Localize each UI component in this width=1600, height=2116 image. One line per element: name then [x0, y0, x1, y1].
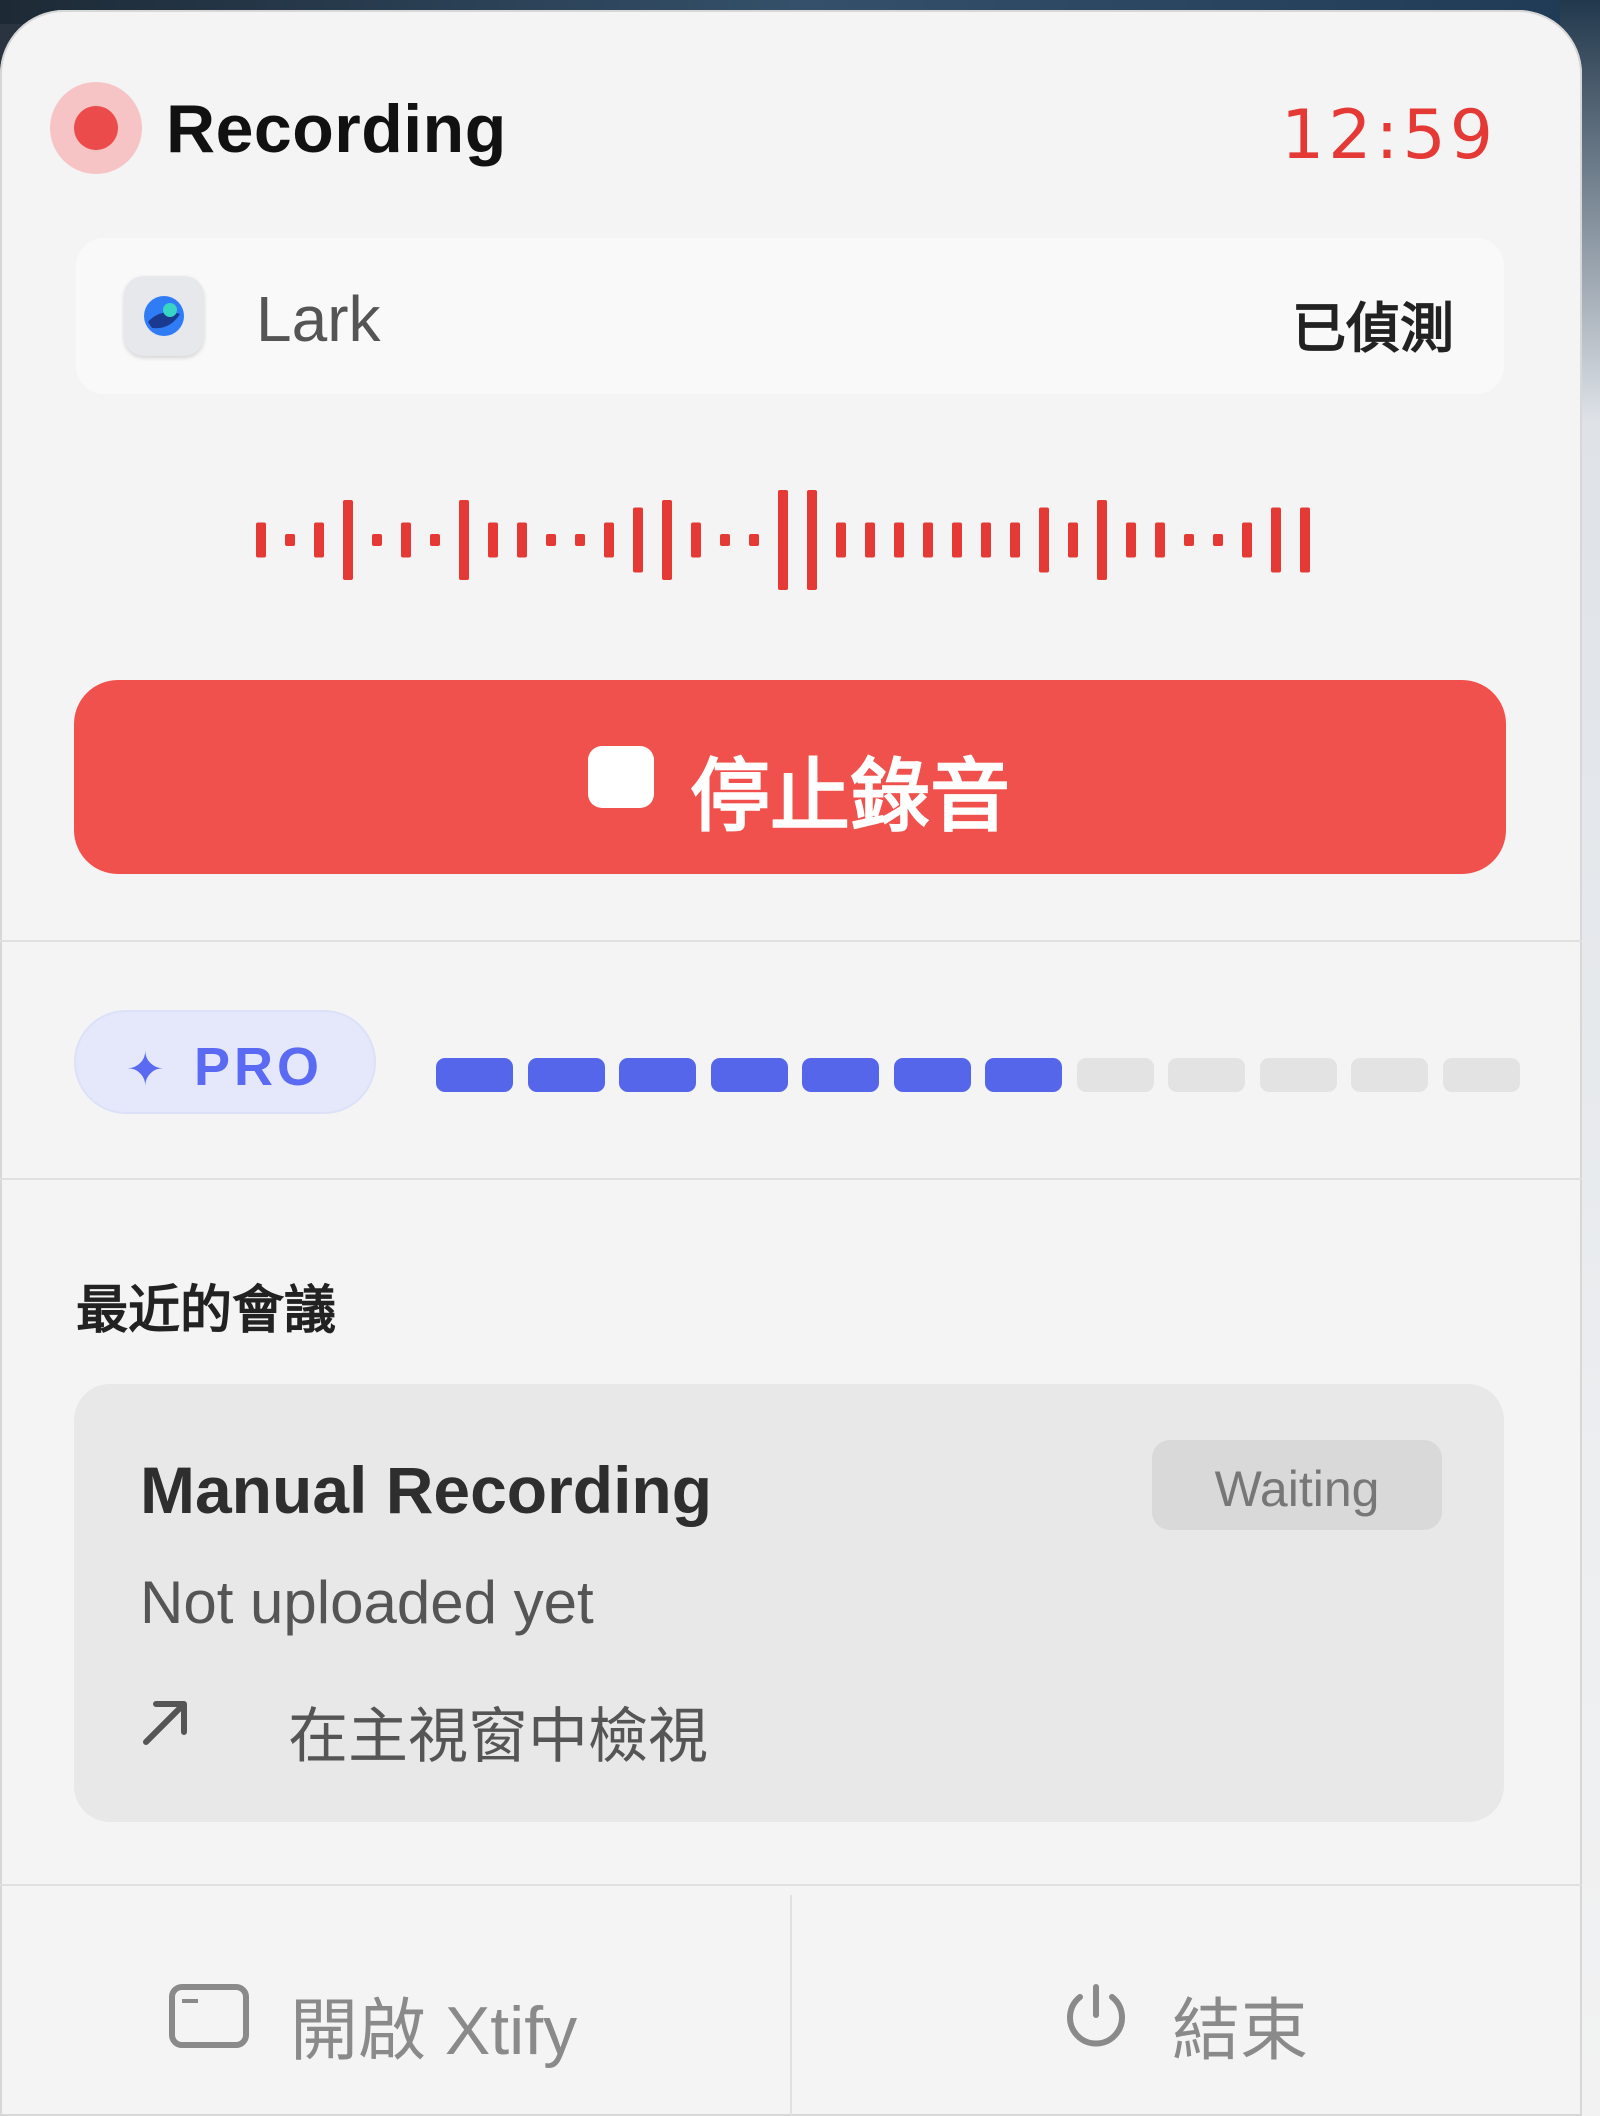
pro-badge[interactable]: ✦ PRO	[74, 1010, 376, 1114]
quota-segment-empty	[1168, 1058, 1245, 1092]
waveform-bar	[575, 534, 585, 546]
stop-recording-label: 停止錄音	[690, 752, 1010, 841]
waveform-bar	[1068, 522, 1078, 558]
meeting-status-label: Waiting	[1214, 1461, 1380, 1517]
waveform-bar	[430, 534, 440, 546]
quota-segment-used	[710, 1058, 788, 1092]
quota-segment-empty	[1076, 1058, 1154, 1092]
waveform-bar	[1010, 522, 1020, 558]
waveform-bar	[952, 522, 962, 558]
waveform-bar	[749, 534, 759, 546]
waveform-bar	[604, 522, 614, 558]
waveform-bar	[401, 522, 411, 558]
waveform-bar	[1242, 522, 1252, 558]
quit-label: 結束	[1172, 1993, 1309, 2069]
waveform-bar	[662, 500, 672, 580]
quota-segment-used	[619, 1058, 696, 1092]
detected-status-label: 已偵測	[1292, 299, 1454, 359]
waveform-bar	[923, 522, 933, 558]
footer: 開啟 Xtify 結束	[0, 1895, 1582, 2116]
detected-app-name: Lark	[256, 283, 381, 355]
window-icon	[169, 1984, 249, 2048]
audio-waveform	[256, 490, 1310, 590]
waveform-bar	[778, 490, 788, 590]
meeting-title: Manual Recording	[140, 1453, 713, 1527]
arrow-up-right-icon	[143, 1701, 187, 1745]
waveform-bar	[1271, 507, 1281, 573]
waveform-bar	[1097, 500, 1107, 580]
waveform-bar	[1039, 507, 1049, 573]
recording-popover: Recording 12:59 Lark 已偵測 停止錄音 ✦ PRO 最近的會…	[0, 10, 1582, 2116]
open-app-button[interactable]: 開啟 Xtify	[0, 1895, 790, 2116]
recording-indicator-icon	[50, 82, 142, 174]
waveform-bar	[691, 522, 701, 558]
quota-segment-empty	[1259, 1058, 1337, 1092]
waveform-bar	[488, 522, 498, 558]
quota-segment-used	[893, 1058, 971, 1092]
waveform-bar	[1155, 522, 1165, 558]
divider	[0, 1178, 1582, 1180]
waveform-bar	[1126, 522, 1136, 558]
view-in-main-window-label: 在主視窗中檢視	[288, 1703, 708, 1770]
waveform-bar	[894, 522, 904, 558]
divider	[0, 940, 1582, 942]
meeting-card[interactable]: Manual Recording Waiting Not uploaded ye…	[74, 1384, 1504, 1822]
usage-quota-bar	[436, 1058, 1520, 1092]
open-app-label: 開啟 Xtify	[290, 1993, 578, 2069]
header: Recording 12:59	[0, 10, 1582, 220]
meeting-upload-status: Not uploaded yet	[140, 1569, 594, 1636]
waveform-bar	[285, 534, 295, 546]
quota-segment-used	[985, 1058, 1062, 1092]
quota-segment-used	[802, 1058, 879, 1092]
quit-button[interactable]: 結束	[792, 1895, 1582, 2116]
waveform-bar	[865, 522, 875, 558]
quota-segment-used	[436, 1058, 513, 1092]
detected-app-row: Lark 已偵測	[76, 238, 1504, 394]
quota-segment-empty	[1351, 1058, 1428, 1092]
power-icon	[1067, 1984, 1125, 2047]
waveform-bar	[343, 500, 353, 580]
waveform-bar	[372, 534, 382, 546]
waveform-bar	[836, 522, 846, 558]
recent-meetings-title: 最近的會議	[76, 1282, 337, 1340]
quota-segment-used	[527, 1058, 605, 1092]
divider	[0, 1884, 1582, 1886]
waveform-bar	[459, 500, 469, 580]
stop-square-icon	[588, 746, 654, 808]
waveform-bar	[807, 490, 817, 590]
waveform-bar	[546, 534, 556, 546]
recording-title: Recording	[166, 91, 507, 167]
quota-segment-empty	[1442, 1058, 1520, 1092]
waveform-bar	[256, 522, 266, 558]
waveform-bar	[1213, 534, 1223, 546]
stop-recording-button[interactable]: 停止錄音	[74, 680, 1506, 874]
waveform-bar	[1184, 534, 1194, 546]
recording-timer: 12:59	[1281, 96, 1497, 175]
waveform-bar	[720, 534, 730, 546]
sparkle-icon: ✦	[126, 1043, 165, 1095]
recording-dot	[74, 106, 118, 150]
waveform-bar	[314, 522, 324, 558]
waveform-bar	[633, 507, 643, 573]
pro-badge-label: PRO	[194, 1037, 324, 1097]
lark-app-icon	[124, 276, 204, 356]
waveform-bar	[1300, 507, 1310, 573]
waveform-bar	[517, 522, 527, 558]
waveform-bar	[981, 522, 991, 558]
meeting-status-badge: Waiting	[1152, 1440, 1442, 1530]
